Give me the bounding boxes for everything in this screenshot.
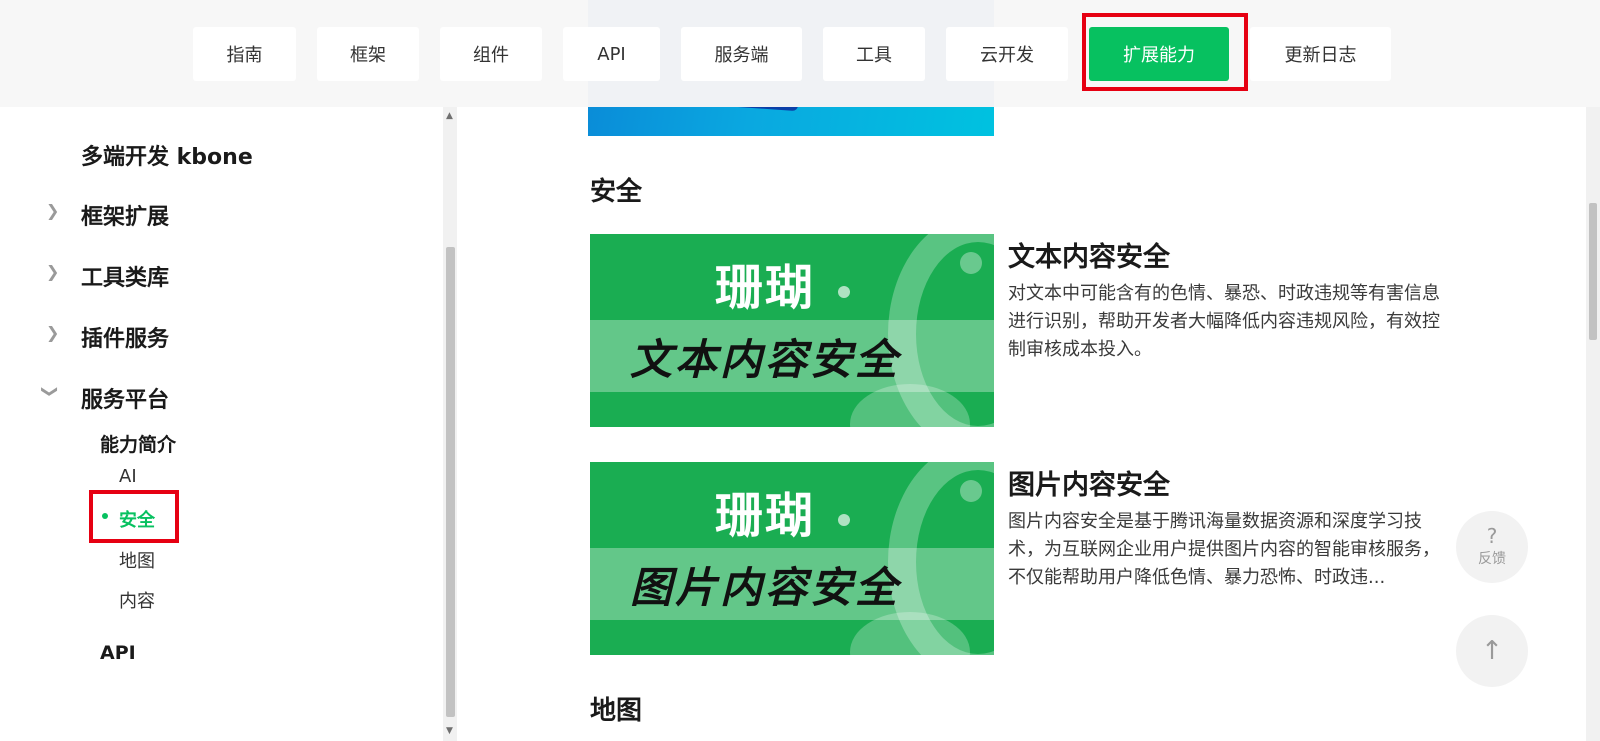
card-image-image-security[interactable]: 珊瑚 图片内容安全 [590,462,994,655]
sidebar-leaf-map[interactable]: 地图 [119,547,155,573]
card-brand: 珊瑚 [714,260,815,316]
question-icon: ? [1486,524,1498,548]
arrow-up-icon: ↑ [1481,636,1503,666]
back-to-top-button[interactable]: ↑ [1456,615,1528,687]
nav-tools[interactable]: 工具 [823,27,925,81]
card-title-text-security[interactable]: 文本内容安全 [1008,235,1170,274]
sidebar-item-plugin-services[interactable]: 插件服务 [81,321,169,353]
bubble-graphic [960,480,982,502]
nav-extended-capabilities[interactable]: 扩展能力 [1089,27,1229,81]
nav-server[interactable]: 服务端 [681,27,802,81]
nav-framework[interactable]: 框架 [317,27,419,81]
card-desc-text-security: 对文本中可能含有的色情、暴恐、时政违规等有害信息进行识别，帮助开发者大幅降低内容… [1008,283,1440,360]
chevron-right-icon: ❯ [46,201,60,220]
sidebar-item-framework-ext[interactable]: 框架扩展 [81,199,169,231]
active-dot-icon [102,513,108,519]
card-image-text-security[interactable]: 珊瑚 文本内容安全 [590,234,994,427]
nav-changelog[interactable]: 更新日志 [1250,27,1391,81]
card-desc-image-security: 图片内容安全是基于腾讯海量数据资源和深度学习技术，为互联网企业用户提供图片内容的… [1008,511,1440,588]
feedback-button[interactable]: ? 反馈 [1456,511,1528,583]
sidebar-scrollbar-thumb[interactable] [446,247,455,717]
card-caption: 图片内容安全 [630,563,901,612]
sidebar-item-service-platform[interactable]: 服务平台 [81,382,169,414]
sidebar-item-tool-libs[interactable]: 工具类库 [81,260,169,292]
chevron-down-icon: ❯ [41,384,61,399]
feedback-label: 反馈 [1478,551,1506,567]
card-caption: 文本内容安全 [630,335,901,384]
sidebar-sub-api[interactable]: API [100,642,136,664]
sidebar-leaf-ai[interactable]: AI [119,466,137,487]
sidebar-sub-overview[interactable]: 能力简介 [100,430,176,457]
section-title-map: 地图 [590,696,643,726]
card-brand: 珊瑚 [714,488,815,544]
sidebar-item-kbone[interactable]: 多端开发 kbone [81,139,253,171]
scroll-down-arrow-icon[interactable]: ▼ [446,726,453,736]
sidebar [0,107,443,741]
nav-guide[interactable]: 指南 [193,27,296,81]
sidebar-leaf-security[interactable]: 安全 [119,506,155,532]
top-nav: 指南 框架 组件 API 服务端 工具 云开发 扩展能力 更新日志 [0,0,1600,107]
section-title-security: 安全 [590,177,643,207]
nav-api[interactable]: API [563,27,660,81]
scroll-up-arrow-icon[interactable]: ▲ [446,111,453,121]
bubble-graphic [960,252,982,274]
nav-components[interactable]: 组件 [440,27,542,81]
sidebar-leaf-content[interactable]: 内容 [119,587,155,613]
nav-cloud-dev[interactable]: 云开发 [946,27,1068,81]
page-scrollbar-thumb[interactable] [1589,203,1597,340]
card-title-image-security[interactable]: 图片内容安全 [1008,463,1170,502]
chevron-right-icon: ❯ [46,323,60,342]
chevron-right-icon: ❯ [46,262,60,281]
page-scrollbar[interactable] [1586,0,1600,741]
